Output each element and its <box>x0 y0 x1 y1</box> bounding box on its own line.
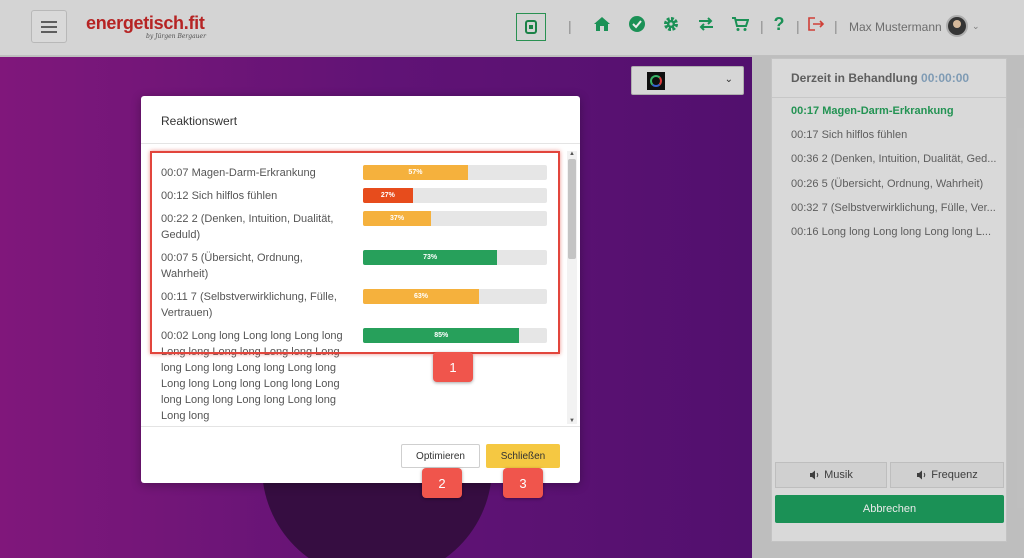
scrollbar[interactable]: ▲ ▼ <box>567 151 577 424</box>
optimize-button[interactable]: Optimieren <box>401 444 480 468</box>
modal-title: Reaktionswert <box>161 114 238 128</box>
scroll-down-icon[interactable]: ▼ <box>569 418 575 424</box>
annotation-badge: 1 <box>433 352 473 382</box>
scrollbar-thumb[interactable] <box>568 159 576 259</box>
annotation-badge: 3 <box>503 468 543 498</box>
highlight-box <box>150 151 560 354</box>
scroll-up-icon[interactable]: ▲ <box>569 151 575 157</box>
close-button[interactable]: Schließen <box>486 444 560 468</box>
divider <box>141 143 580 144</box>
divider <box>141 426 580 427</box>
annotation-badge: 2 <box>422 468 462 498</box>
